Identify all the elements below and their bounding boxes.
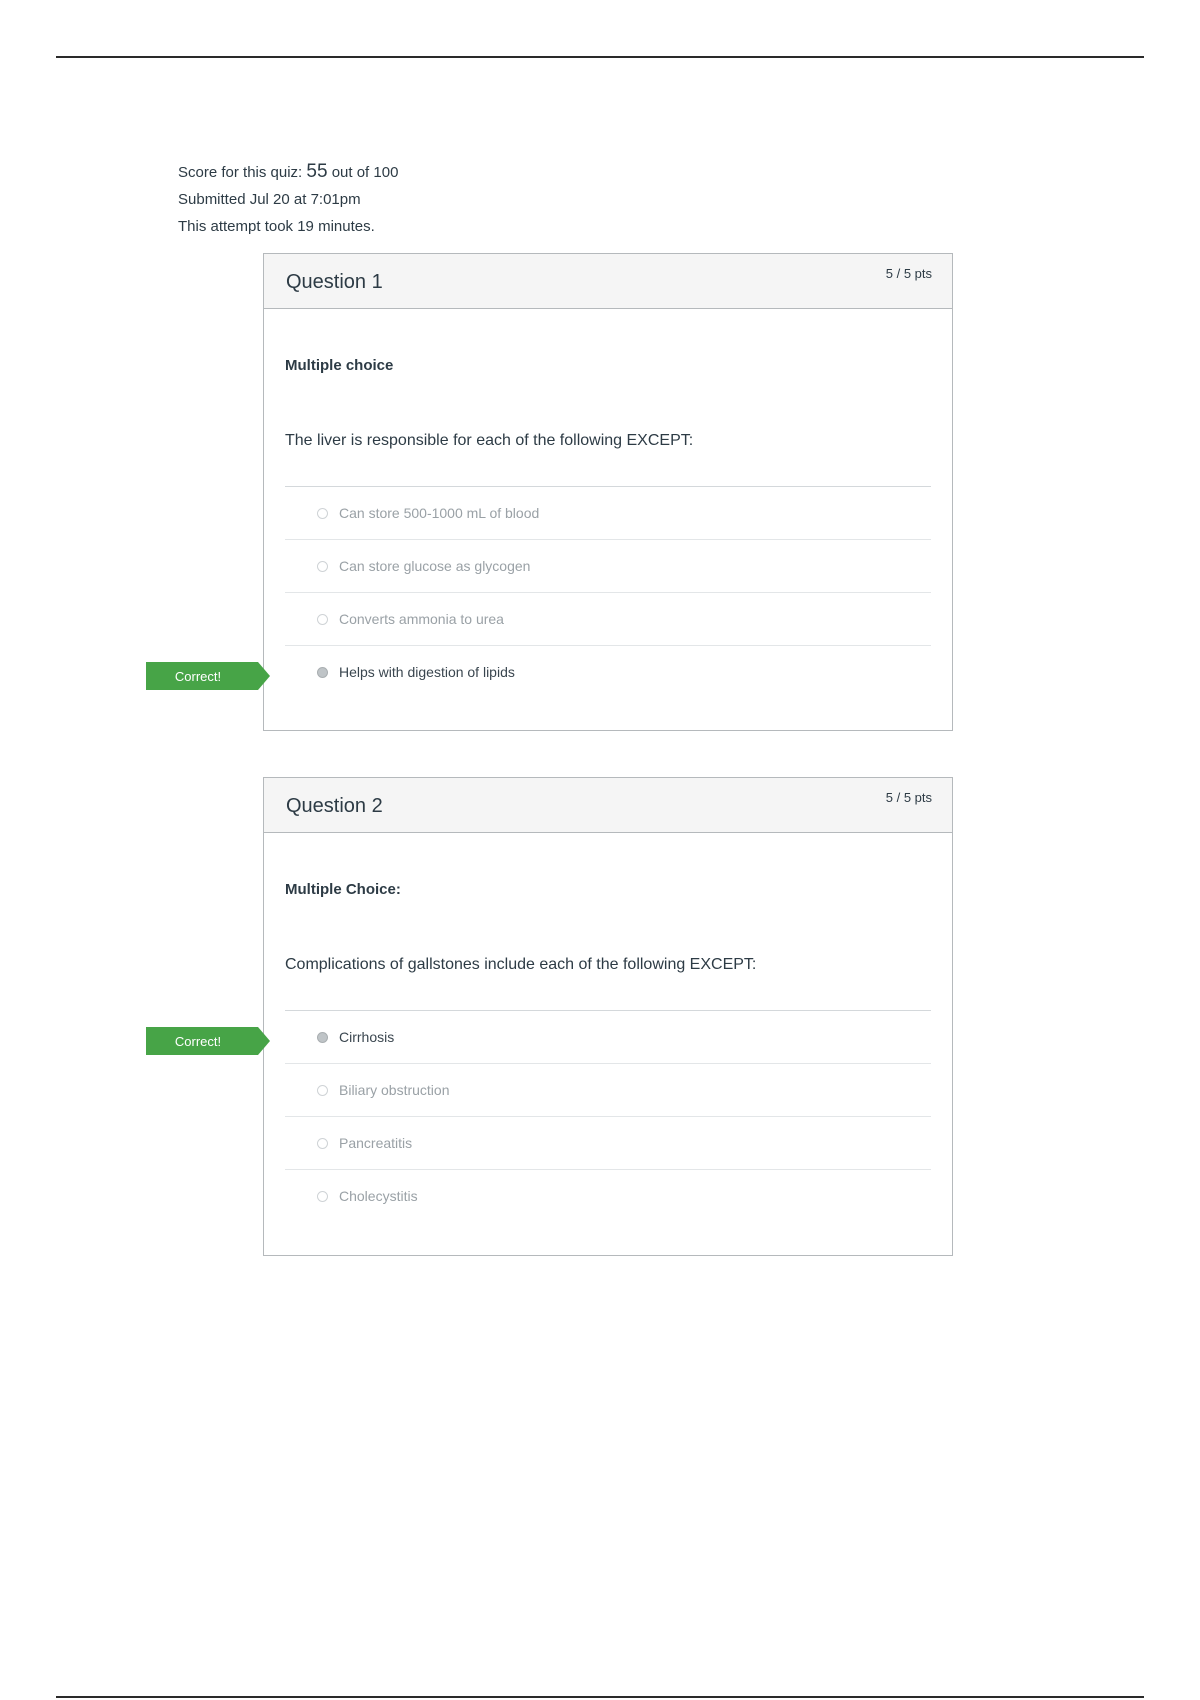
question-points: 5 / 5 pts	[885, 790, 932, 805]
radio-button[interactable]	[317, 560, 328, 572]
question-card: Question 2 5 / 5 pts Multiple Choice: Co…	[263, 777, 953, 1256]
score-line: Score for this quiz: 55 out of 100	[178, 158, 398, 186]
answer-label: Can store 500-1000 mL of blood	[339, 505, 540, 521]
radio-button[interactable]	[317, 613, 328, 625]
answer-label: Biliary obstruction	[339, 1082, 450, 1098]
answer-option[interactable]: Pancreatitis	[285, 1117, 931, 1170]
score-value: 55	[306, 161, 328, 182]
answer-label: Converts ammonia to urea	[339, 611, 504, 627]
answer-option[interactable]: Can store glucose as glycogen	[285, 540, 931, 593]
answer-option-selected[interactable]: Helps with digestion of lipids	[285, 646, 931, 698]
score-total: out of 100	[327, 164, 399, 181]
question-body: Multiple choice The liver is responsible…	[264, 309, 952, 710]
quiz-summary: Score for this quiz: 55 out of 100 Submi…	[178, 158, 398, 240]
correct-feedback-tag: Correct!	[146, 662, 270, 690]
top-divider	[56, 56, 1144, 58]
answer-option[interactable]: Converts ammonia to urea	[285, 593, 931, 646]
answer-label: Cholecystitis	[339, 1188, 418, 1204]
answer-label: Cirrhosis	[339, 1029, 395, 1045]
question-text: Complications of gallstones include each…	[285, 956, 757, 973]
question-type: Multiple Choice:	[285, 881, 401, 898]
question-title: Question 1	[286, 271, 383, 293]
answer-option-selected[interactable]: Cirrhosis	[285, 1011, 931, 1064]
answer-option[interactable]: Biliary obstruction	[285, 1064, 931, 1117]
question-title: Question 2	[286, 795, 383, 817]
correct-feedback-tag: Correct!	[146, 1027, 270, 1055]
question-header: Question 2 5 / 5 pts	[264, 778, 952, 833]
answer-list: Cirrhosis Biliary obstruction Pancreatit…	[285, 1010, 931, 1234]
submitted-line: Submitted Jul 20 at 7:01pm	[178, 191, 361, 208]
bottom-divider	[56, 1696, 1144, 1698]
question-text: The liver is responsible for each of the…	[285, 432, 694, 449]
radio-button[interactable]	[317, 1084, 328, 1096]
duration-line: This attempt took 19 minutes.	[178, 218, 375, 235]
radio-button[interactable]	[317, 1137, 328, 1149]
radio-button-selected[interactable]	[317, 666, 328, 678]
answer-option[interactable]: Cholecystitis	[285, 1170, 931, 1222]
answer-label: Helps with digestion of lipids	[339, 664, 515, 680]
radio-button-selected[interactable]	[317, 1031, 328, 1043]
answer-label: Can store glucose as glycogen	[339, 558, 531, 574]
question-header: Question 1 5 / 5 pts	[264, 254, 952, 309]
radio-button[interactable]	[317, 507, 328, 519]
question-body: Multiple Choice: Complications of gallst…	[264, 833, 952, 1234]
radio-button[interactable]	[317, 1190, 328, 1202]
answer-list: Can store 500-1000 mL of blood Can store…	[285, 486, 931, 710]
question-points: 5 / 5 pts	[885, 266, 932, 281]
score-label: Score for this quiz:	[178, 164, 307, 181]
question-card: Question 1 5 / 5 pts Multiple choice The…	[263, 253, 953, 731]
answer-label: Pancreatitis	[339, 1135, 413, 1151]
answer-option[interactable]: Can store 500-1000 mL of blood	[285, 487, 931, 540]
question-type: Multiple choice	[285, 357, 394, 374]
